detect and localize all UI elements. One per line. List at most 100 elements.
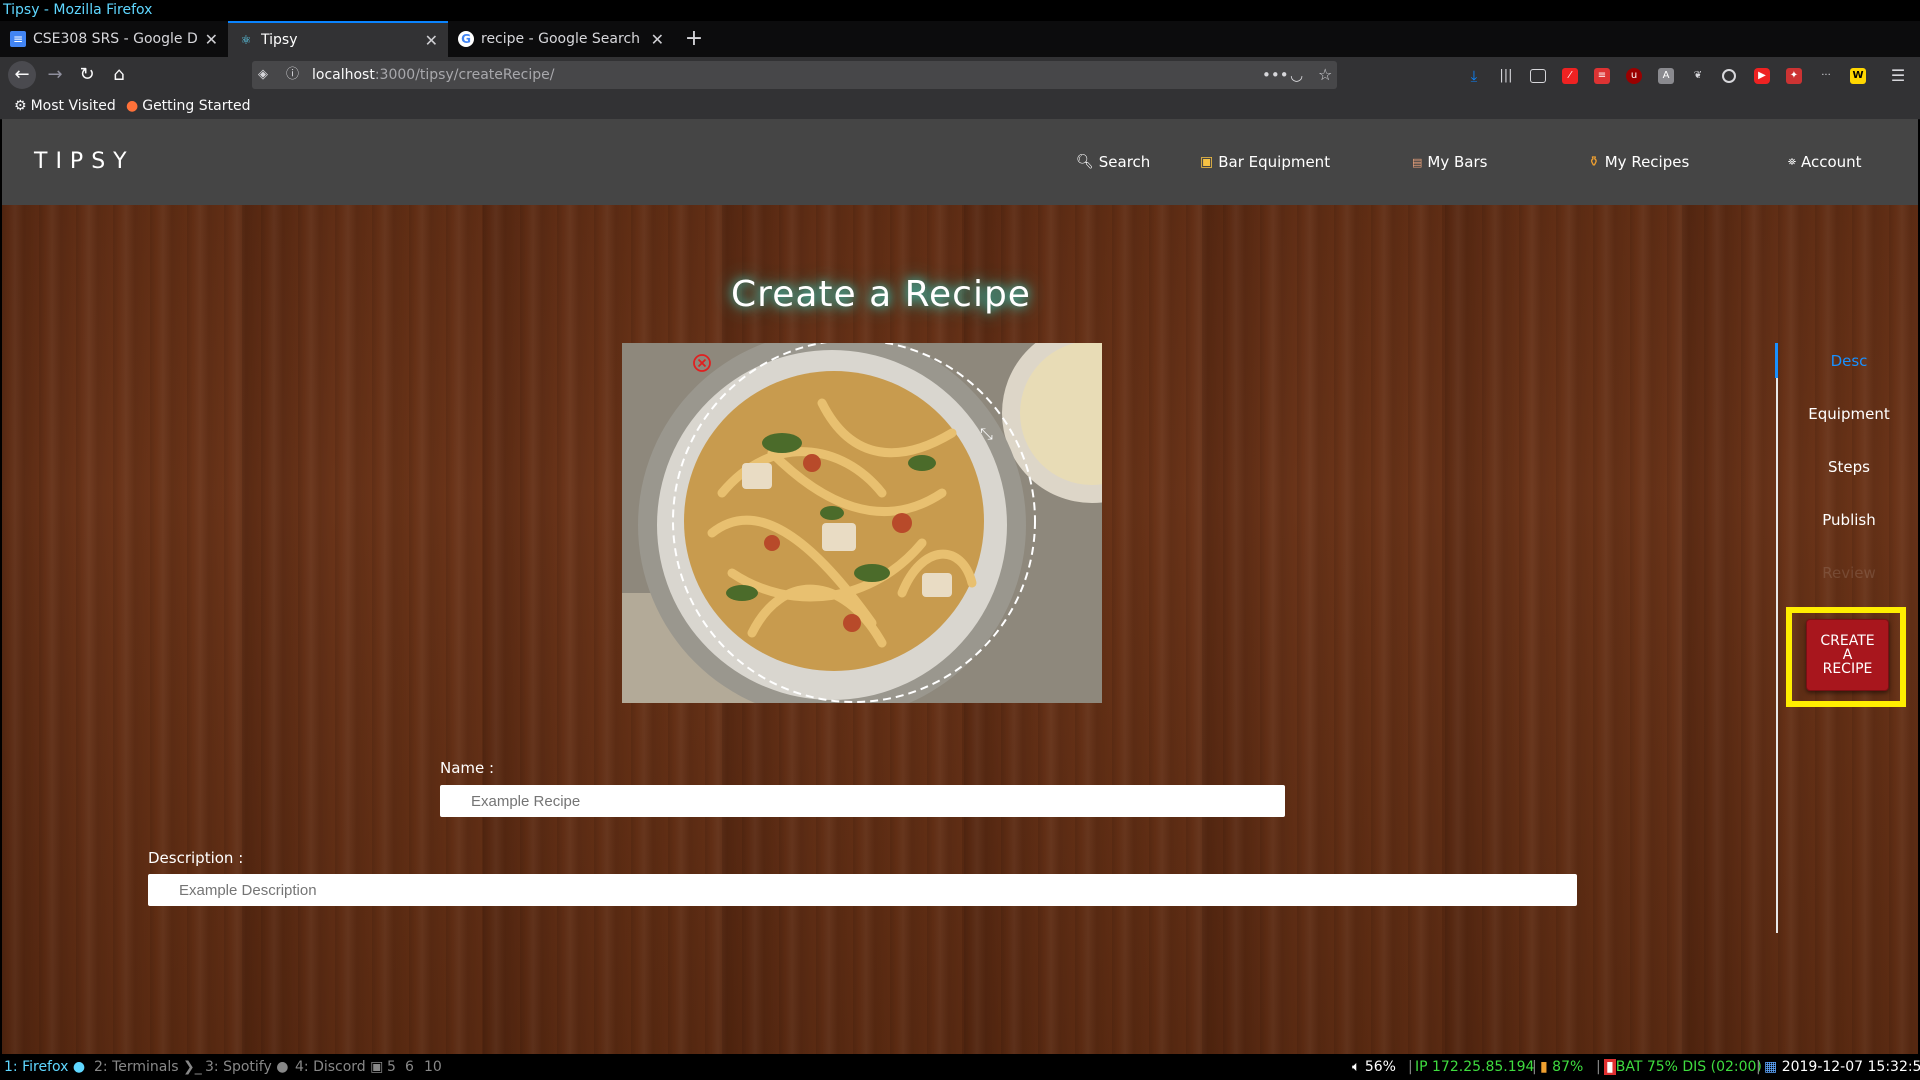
close-tab-icon[interactable]: ✕ [425, 31, 438, 50]
close-tab-icon[interactable]: ✕ [651, 30, 664, 49]
extension-grey-icon[interactable]: A [1658, 68, 1674, 84]
back-button[interactable]: ← [8, 61, 36, 89]
url-text[interactable]: localhost:3000/tipsy/createRecipe/ [312, 61, 554, 89]
resize-icon[interactable]: ⤡ [980, 424, 993, 443]
workspace-2[interactable]: 2: Terminals ❯_ [94, 1054, 202, 1080]
step-equipment[interactable]: Equipment [1778, 405, 1918, 423]
tab-label: CSE308 SRS - Google Do [33, 31, 197, 47]
forward-button[interactable]: → [41, 57, 69, 93]
workspace-6[interactable]: 6 [405, 1054, 414, 1080]
step-hidden: Review [1822, 564, 1876, 582]
datetime-value: 2019-12-07 15:32:57 [1781, 1059, 1920, 1075]
tab-google-docs[interactable]: ≡ CSE308 SRS - Google Do ✕ [0, 21, 228, 57]
nav-my-bars[interactable]: ▤ My Bars [1412, 153, 1487, 171]
wifi-status: ▮ 87% [1540, 1054, 1583, 1080]
terminal-icon: ❯_ [183, 1059, 202, 1075]
step-publish[interactable]: Publish [1778, 511, 1918, 529]
workspace-3[interactable]: 3: Spotify ● [205, 1054, 288, 1080]
bookmark-getting-started[interactable]: ● Getting Started [126, 93, 250, 119]
url-path: :3000/tipsy/createRecipe/ [374, 67, 555, 83]
google-icon: G [458, 31, 474, 47]
home-button[interactable]: ⌂ [105, 57, 133, 93]
search-icon: 🔍︎ [1076, 154, 1094, 170]
recipe-description-input[interactable] [148, 874, 1577, 906]
remove-image-icon[interactable] [692, 353, 712, 373]
close-tab-icon[interactable]: ✕ [205, 30, 218, 49]
nav-my-recipes[interactable]: ⚱ My Recipes [1588, 153, 1689, 171]
separator: | [1756, 1059, 1761, 1075]
bookmarks-toolbar [0, 93, 1920, 120]
tab-label: Tipsy [261, 32, 298, 48]
battery-status: ▮ BAT 75% DIS (02:00) [1604, 1054, 1762, 1080]
workspace-4[interactable]: 4: Discord ▣ [295, 1054, 383, 1080]
ublock-icon[interactable]: u [1626, 68, 1642, 84]
tracking-shield-icon[interactable]: ◈ [258, 61, 268, 89]
ip-status: IP 172.25.85.194 [1415, 1059, 1535, 1075]
recipe-name-input[interactable] [440, 785, 1285, 817]
downloads-icon[interactable]: ⤓ [1466, 68, 1482, 84]
extension-leaf-icon[interactable]: ❦ [1690, 68, 1706, 84]
wifi-value: 87% [1552, 1059, 1584, 1075]
extension-game-icon[interactable]: ✦ [1786, 68, 1802, 84]
nav-my-bars-label: My Bars [1427, 153, 1488, 171]
volume-value: 56% [1364, 1059, 1396, 1075]
system-status-bar: 1: Firefox ● 2: Terminals ❯_ 3: Spotify … [0, 1054, 1920, 1080]
app-header: TIPSY 🔍︎ Search ▣ Bar Equipment ▤ My Bar… [2, 119, 1918, 205]
bookmark-most-visited[interactable]: ⚙ Most Visited [14, 93, 116, 119]
workspace-1[interactable]: 1: Firefox ● [4, 1054, 85, 1080]
volume-status: 🔈︎ 56% [1352, 1054, 1396, 1080]
create-recipe-button[interactable]: CREATE A RECIPE [1806, 619, 1889, 691]
stepper-track [1776, 343, 1778, 933]
account-icon: ⛯ [1788, 156, 1796, 168]
name-label: Name : [440, 759, 495, 777]
workspace-5[interactable]: 5 [387, 1054, 396, 1080]
nav-bar-equipment[interactable]: ▣ Bar Equipment [1200, 153, 1330, 171]
blender-icon: ▣ [1200, 154, 1214, 170]
workspace-label: 1: Firefox [4, 1059, 69, 1075]
tab-tipsy[interactable]: ⚛ Tipsy ✕ [228, 21, 448, 57]
hamburger-menu-icon[interactable]: ☰ [1890, 68, 1906, 84]
extension-red-icon[interactable]: ⁄ [1562, 68, 1578, 84]
pocket-icon[interactable]: ◡ [1290, 61, 1303, 89]
nav-account[interactable]: ⛯ Account [1788, 153, 1862, 171]
bookmark-label: Getting Started [142, 98, 251, 114]
step-desc[interactable]: Desc [1778, 352, 1918, 370]
reload-button[interactable]: ↻ [73, 57, 101, 93]
sidebar-icon[interactable] [1530, 69, 1546, 83]
brand-logo[interactable]: TIPSY [34, 149, 135, 174]
overflow-menu-icon[interactable]: ··· [1818, 68, 1834, 84]
react-icon: ⚛ [240, 33, 252, 47]
page-actions-icon[interactable]: ••• [1262, 61, 1289, 89]
firefox-ws-icon: ● [72, 1059, 86, 1075]
nav-search-label: Search [1098, 153, 1151, 171]
create-button-line: A [1842, 647, 1853, 663]
separator: | [1408, 1059, 1413, 1075]
nav-account-label: Account [1801, 153, 1862, 171]
url-host: localhost [312, 67, 375, 83]
recipe-image[interactable]: ⤡ [622, 343, 1102, 703]
new-tab-button[interactable]: + [682, 21, 706, 57]
firefox-icon: ● [126, 98, 139, 114]
tab-google-search[interactable]: G recipe - Google Search ✕ [448, 21, 674, 57]
create-button-line: RECIPE [1822, 661, 1873, 677]
separator: | [1596, 1059, 1601, 1075]
extension-w-icon[interactable]: W [1850, 68, 1866, 84]
library-icon[interactable]: ||| [1498, 68, 1514, 84]
bookmark-label: Most Visited [30, 98, 116, 114]
speaker-icon: 🔈︎ [1352, 1059, 1361, 1075]
workspace-label: 3: Spotify [205, 1059, 272, 1075]
page-title: Create a Recipe [731, 274, 1031, 315]
youtube-icon[interactable]: ▶ [1754, 68, 1770, 84]
step-steps[interactable]: Steps [1778, 458, 1918, 476]
tab-strip: ≡ CSE308 SRS - Google Do ✕ ⚛ Tipsy ✕ G r… [0, 21, 1920, 57]
extension-todoist-icon[interactable]: ≡ [1594, 68, 1610, 84]
site-info-icon[interactable]: ⓘ [286, 61, 299, 89]
nav-my-recipes-label: My Recipes [1604, 153, 1690, 171]
calendar-icon: ▦ [1764, 1059, 1778, 1075]
bottle-icon: ⚱ [1588, 154, 1600, 170]
workspace-10[interactable]: 10 [424, 1054, 442, 1080]
account-circle-icon[interactable] [1722, 69, 1736, 83]
nav-search[interactable]: 🔍︎ Search [1076, 153, 1150, 171]
bookmark-star-icon[interactable]: ☆ [1318, 61, 1332, 89]
tab-label: recipe - Google Search [481, 31, 641, 47]
